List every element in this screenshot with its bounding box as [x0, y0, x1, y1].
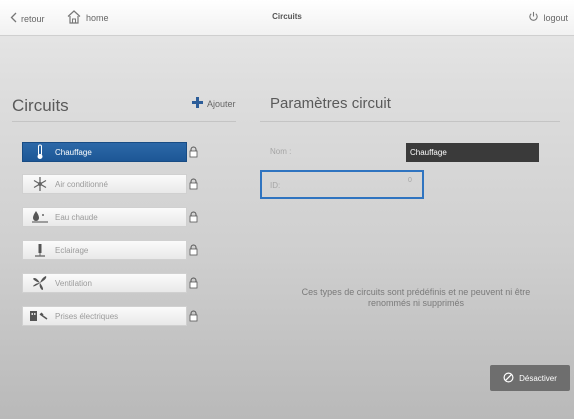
plug-icon	[29, 307, 51, 325]
circuit-label: Air conditionné	[55, 179, 108, 189]
divider	[260, 121, 560, 122]
circuit-item-eau-chaude[interactable]: Eau chaude	[22, 207, 187, 227]
home-icon	[66, 9, 82, 27]
add-label: Ajouter	[207, 98, 236, 109]
logout-button[interactable]: logout	[528, 11, 568, 24]
thermometer-icon	[29, 143, 51, 161]
chevron-left-icon	[10, 12, 17, 25]
lock-icon	[187, 174, 199, 194]
id-value: 0	[408, 177, 412, 184]
circuit-item-air-conditionne[interactable]: Air conditionné	[22, 174, 187, 194]
lock-icon	[187, 306, 199, 326]
deactivate-button[interactable]: Désactiver	[490, 365, 570, 391]
divider	[12, 121, 236, 122]
circuit-label: Ventilation	[55, 278, 92, 288]
name-field[interactable]: Chauffage	[406, 143, 539, 162]
circuit-item-prises-electriques[interactable]: Prises électriques	[22, 306, 187, 326]
back-label: retour	[21, 13, 45, 24]
info-text: Ces types de circuits sont prédéfinis et…	[301, 287, 531, 308]
power-icon	[528, 11, 539, 24]
lock-icon	[187, 240, 199, 260]
fan-icon	[29, 274, 51, 292]
home-label: home	[86, 13, 109, 23]
circuit-label: Eclairage	[55, 245, 89, 255]
home-button[interactable]: home	[66, 9, 109, 27]
lock-icon	[187, 142, 199, 162]
deactivate-label: Désactiver	[519, 373, 557, 383]
disable-icon	[503, 372, 514, 385]
lock-icon	[187, 273, 199, 293]
id-field[interactable]: ID: 0	[260, 170, 424, 199]
plus-icon	[192, 97, 203, 110]
lamp-icon	[29, 241, 51, 259]
name-label: Nom :	[270, 147, 292, 156]
hot-water-icon	[29, 208, 51, 226]
circuit-label: Chauffage	[55, 147, 92, 157]
circuit-item-chauffage[interactable]: Chauffage	[22, 142, 187, 162]
logout-label: logout	[543, 12, 568, 23]
lock-icon	[187, 207, 199, 227]
circuit-item-ventilation[interactable]: Ventilation	[22, 273, 187, 293]
circuit-item-eclairage[interactable]: Eclairage	[22, 240, 187, 260]
back-button[interactable]: retour	[10, 12, 45, 25]
circuit-label: Prises électriques	[55, 311, 119, 321]
snowflake-icon	[29, 175, 51, 193]
id-label: ID:	[270, 181, 281, 190]
add-circuit-button[interactable]: Ajouter	[192, 97, 236, 110]
circuits-heading: Circuits	[12, 96, 69, 115]
circuit-settings-heading: Paramètres circuit	[270, 95, 391, 112]
circuit-label: Eau chaude	[55, 212, 98, 222]
top-bar: retour home Circuits logout	[0, 0, 574, 36]
